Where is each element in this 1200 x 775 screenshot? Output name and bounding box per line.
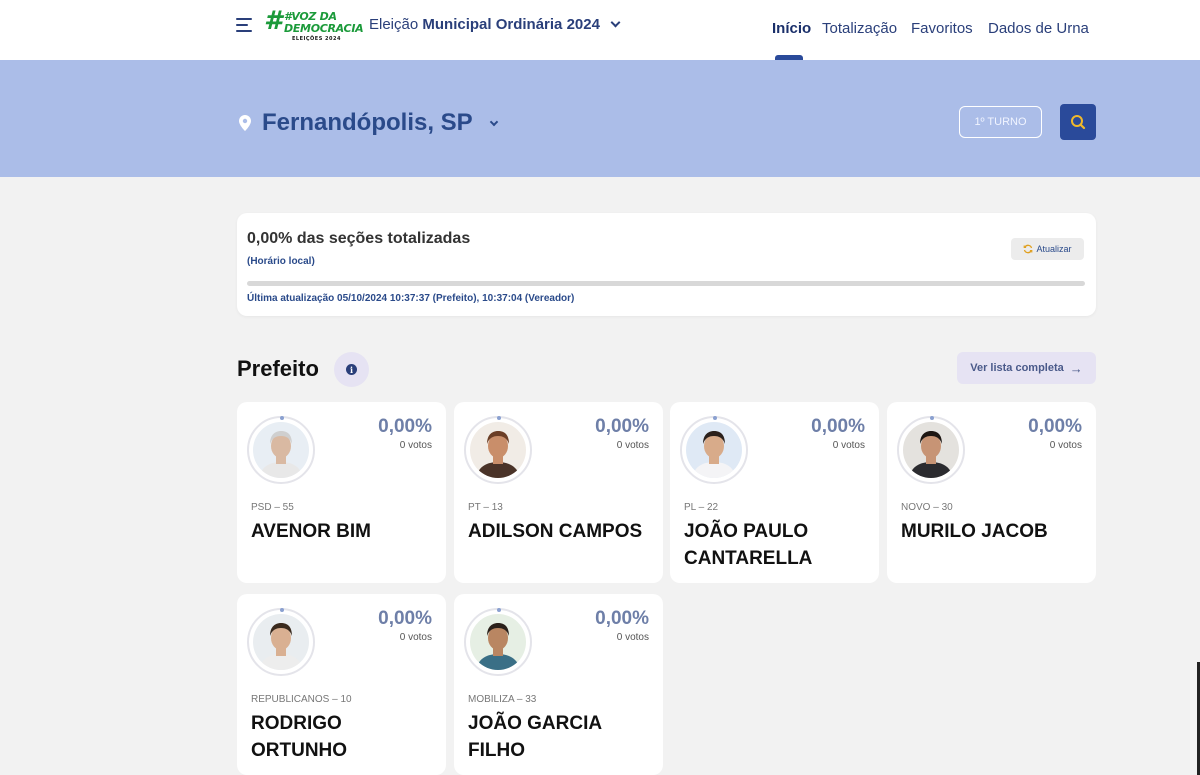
candidate-name: MURILO JACOB (901, 521, 1048, 542)
avatar-dot (930, 416, 934, 420)
see-full-list-button[interactable]: Ver lista completa → (957, 352, 1096, 384)
party-number: MOBILIZA – 33 (468, 694, 537, 705)
candidate-photo (253, 422, 309, 478)
refresh-button[interactable]: Atualizar (1011, 238, 1084, 260)
candidate-card[interactable]: 0,00% 0 votos NOVO – 30 MURILO JACOB (887, 402, 1096, 583)
candidate-name: RODRIGO ORTUNHO (251, 713, 348, 761)
vote-percentage: 0,00% (811, 416, 865, 437)
info-icon: i (346, 364, 357, 375)
sections-totalized-title: 0,00% das seções totalizadas (247, 230, 471, 247)
candidate-card[interactable]: 0,00% 0 votos PL – 22 JOÃO PAULO CANTARELLA (670, 402, 879, 583)
candidate-card[interactable]: 0,00% 0 votos REPUBLICANOS – 10 RODRIGO ORT… (237, 594, 446, 775)
nav-totalizacao[interactable]: Totalização (822, 20, 897, 37)
top-bar: # #VOZ DA DEMOCRACIA ELEIÇÕES 2024 Eleiç… (0, 0, 1200, 61)
local-time-note: (Horário local) (247, 256, 315, 267)
location-pin-icon (239, 115, 251, 131)
refresh-label: Atualizar (1036, 244, 1072, 254)
search-icon (1071, 115, 1086, 130)
avatar-dot (280, 608, 284, 612)
refresh-icon (1024, 244, 1033, 254)
avatar-ring (897, 416, 965, 484)
vote-count: 0 votos (399, 440, 432, 451)
vote-count: 0 votos (832, 440, 865, 451)
totalization-status-card: 0,00% das seções totalizadas (Horário lo… (237, 213, 1096, 316)
nav-inicio[interactable]: Início (772, 20, 811, 37)
info-button[interactable]: i (334, 352, 369, 387)
candidate-photo (253, 614, 309, 670)
candidate-photo (470, 614, 526, 670)
vote-count: 0 votos (616, 632, 649, 643)
vote-count: 0 votos (616, 440, 649, 451)
candidate-card[interactable]: 0,00% 0 votos PSD – 55 AVENOR BIM (237, 402, 446, 583)
party-number: REPUBLICANOS – 10 (251, 694, 352, 705)
avatar-ring (464, 608, 532, 676)
party-number: PL – 22 (684, 502, 719, 513)
turno-button[interactable]: 1º TURNO (959, 106, 1042, 138)
party-number: NOVO – 30 (901, 502, 953, 513)
search-button[interactable] (1060, 104, 1096, 140)
chevron-down-icon (489, 117, 499, 127)
avatar-dot (497, 608, 501, 612)
section-title-prefeito: Prefeito (237, 356, 319, 381)
candidate-name: JOÃO PAULO CANTARELLA (684, 521, 813, 569)
candidate-name: AVENOR BIM (251, 521, 371, 542)
totalization-progress-bar (247, 281, 1085, 286)
city-selector[interactable]: Fernandópolis, SP (262, 109, 499, 137)
candidate-card[interactable]: 0,00% 0 votos PT – 13 ADILSON CAMPOS (454, 402, 663, 583)
candidate-name: JOÃO GARCIA FILHO (468, 713, 602, 761)
vote-percentage: 0,00% (378, 416, 432, 437)
hamburger-menu-icon[interactable] (236, 17, 254, 33)
election-selector[interactable]: Eleição Municipal Ordinária 2024 (369, 16, 621, 33)
nav-dados-de-urna[interactable]: Dados de Urna (988, 20, 1089, 37)
avatar-ring (247, 416, 315, 484)
candidate-photo (686, 422, 742, 478)
party-number: PT – 13 (468, 502, 503, 513)
avatar-ring (464, 416, 532, 484)
city-name: Fernandópolis, SP (262, 109, 473, 136)
vote-count: 0 votos (1049, 440, 1082, 451)
vote-percentage: 0,00% (595, 608, 649, 629)
vote-percentage: 0,00% (595, 416, 649, 437)
last-update-text: Última atualização 05/10/2024 10:37:37 (… (247, 293, 575, 304)
arrow-right-icon: → (1069, 360, 1083, 376)
election-prefix: Eleição (369, 16, 419, 33)
candidate-photo (903, 422, 959, 478)
vote-percentage: 0,00% (378, 608, 432, 629)
party-number: PSD – 55 (251, 502, 294, 513)
vote-count: 0 votos (399, 632, 432, 643)
nav-favoritos[interactable]: Favoritos (911, 20, 973, 37)
avatar-dot (497, 416, 501, 420)
avatar-dot (280, 416, 284, 420)
chevron-down-icon (610, 17, 621, 28)
voz-da-democracia-logo[interactable]: # #VOZ DA DEMOCRACIA ELEIÇÕES 2024 (264, 8, 364, 44)
candidate-photo (470, 422, 526, 478)
election-name: Municipal Ordinária 2024 (422, 16, 600, 33)
avatar-ring (680, 416, 748, 484)
avatar-ring (247, 608, 315, 676)
vote-percentage: 0,00% (1028, 416, 1082, 437)
candidate-card[interactable]: 0,00% 0 votos MOBILIZA – 33 JOÃO GARCIA FIL… (454, 594, 663, 775)
avatar-dot (713, 416, 717, 420)
candidate-name: ADILSON CAMPOS (468, 521, 643, 542)
see-full-list-label: Ver lista completa (970, 362, 1064, 374)
